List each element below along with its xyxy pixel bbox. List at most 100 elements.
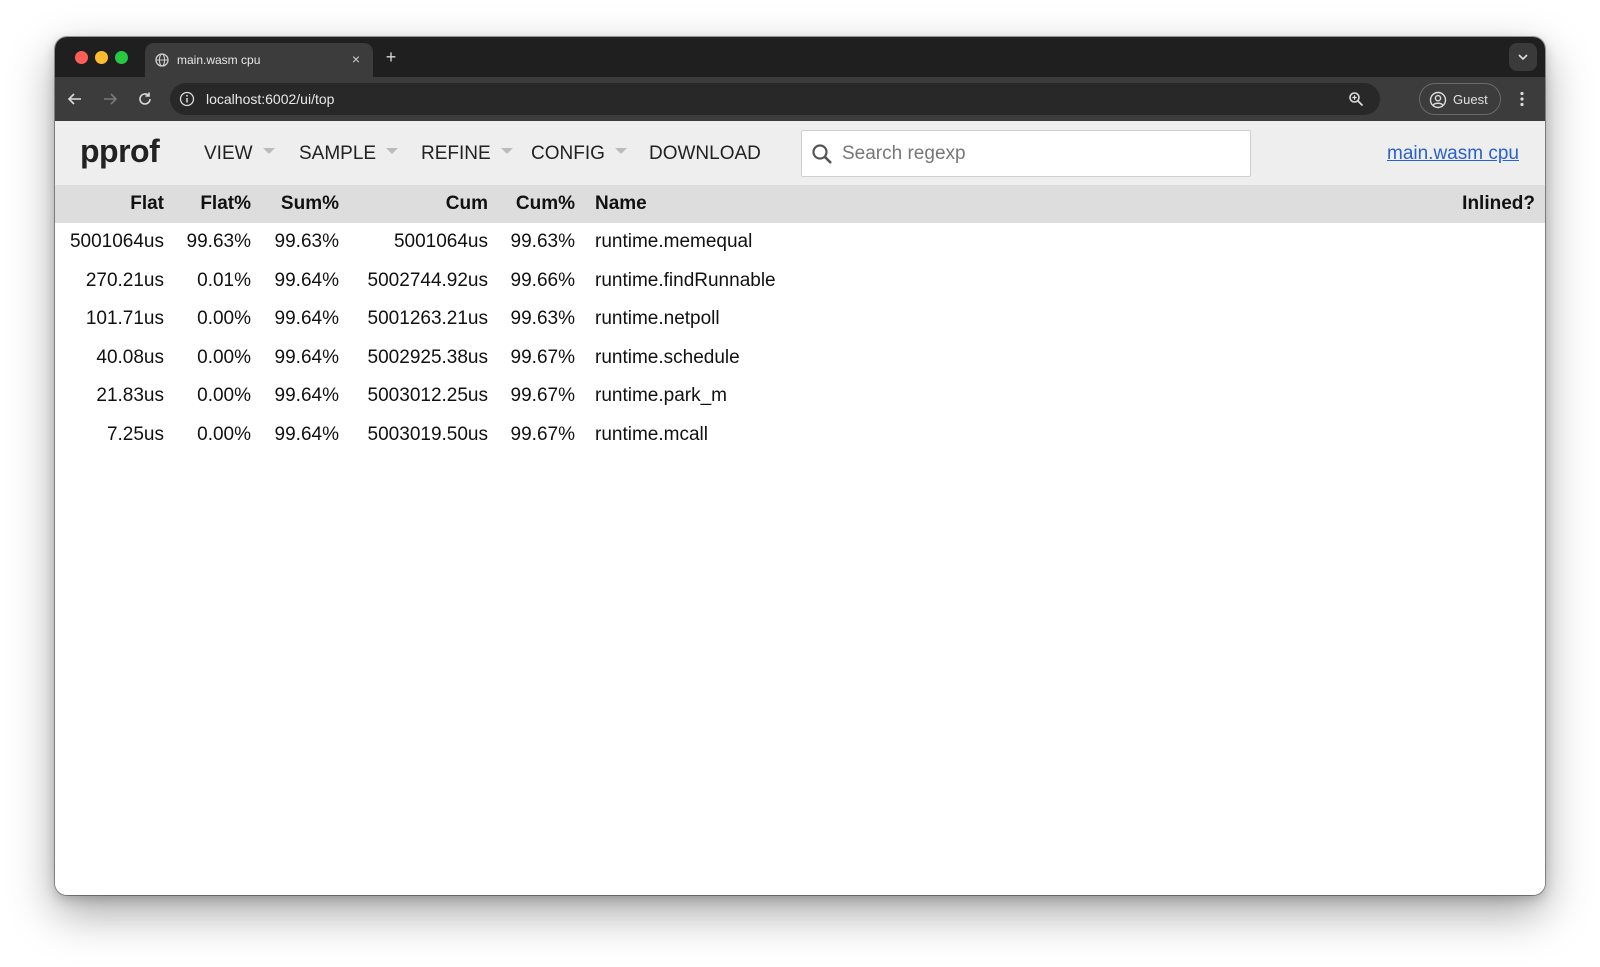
address-bar[interactable]: localhost:6002/ui/top <box>170 83 1380 115</box>
cell-flat-pct: 0.00% <box>197 423 251 445</box>
pprof-page: pprof VIEW SAMPLE REFINE CONFIG DOWNLOAD… <box>55 121 1545 895</box>
cell-sum-pct: 99.64% <box>274 346 339 368</box>
zoom-icon[interactable] <box>1348 91 1364 112</box>
column-header-name[interactable]: Name <box>585 185 1425 223</box>
cell-sum-pct: 99.64% <box>274 423 339 445</box>
cell-name: runtime.park_m <box>595 385 727 407</box>
cell-inlined <box>1425 339 1545 378</box>
table-row[interactable]: 7.25us 0.00% 99.64% 5003019.50us 99.67% … <box>55 416 1545 455</box>
cell-name: runtime.findRunnable <box>595 269 776 291</box>
back-button[interactable] <box>63 87 87 111</box>
cell-flat: 21.83us <box>96 385 164 407</box>
reload-icon <box>139 92 151 105</box>
table-row[interactable]: 5001064us 99.63% 99.63% 5001064us 99.63%… <box>55 223 1545 262</box>
cell-inlined <box>1425 223 1545 262</box>
cell-cum-pct: 99.66% <box>510 269 575 291</box>
column-header-cum-pct[interactable]: Cum% <box>498 185 585 223</box>
reload-button[interactable] <box>133 87 157 111</box>
cell-sum-pct: 99.64% <box>274 385 339 407</box>
cell-flat-pct: 0.00% <box>197 346 251 368</box>
cell-name: runtime.netpoll <box>595 308 720 330</box>
cell-cum: 5001263.21us <box>367 308 488 330</box>
column-header-cum[interactable]: Cum <box>349 185 498 223</box>
menu-download[interactable]: DOWNLOAD <box>649 143 761 165</box>
info-icon[interactable] <box>179 91 195 112</box>
tab-search-button[interactable] <box>1509 43 1537 71</box>
pprof-header: pprof VIEW SAMPLE REFINE CONFIG DOWNLOAD… <box>55 121 1545 185</box>
menu-view[interactable]: VIEW <box>204 143 275 165</box>
caret-down-icon <box>262 147 275 154</box>
menu-refine[interactable]: REFINE <box>421 143 513 165</box>
table-row[interactable]: 21.83us 0.00% 99.64% 5003012.25us 99.67%… <box>55 377 1545 416</box>
search-icon <box>811 143 833 170</box>
search-box <box>801 130 1251 177</box>
cell-flat: 40.08us <box>96 346 164 368</box>
cell-inlined <box>1425 262 1545 301</box>
tab-title: main.wasm cpu <box>177 53 261 67</box>
cell-cum: 5001064us <box>393 231 488 253</box>
column-header-flat-pct[interactable]: Flat% <box>174 185 261 223</box>
cell-inlined <box>1425 416 1545 455</box>
cell-sum-pct: 99.64% <box>274 269 339 291</box>
cell-cum-pct: 99.63% <box>510 308 575 330</box>
browser-tab[interactable]: main.wasm cpu × <box>145 43 373 77</box>
table-row[interactable]: 101.71us 0.00% 99.64% 5001263.21us 99.63… <box>55 300 1545 339</box>
address-url[interactable]: localhost:6002/ui/top <box>206 91 334 107</box>
column-header-inlined[interactable]: Inlined? <box>1425 185 1545 223</box>
tab-close-button[interactable]: × <box>347 50 365 68</box>
menu-config-label: CONFIG <box>531 143 605 164</box>
cell-flat: 7.25us <box>106 423 164 445</box>
cell-cum-pct: 99.67% <box>510 346 575 368</box>
cell-cum-pct: 99.67% <box>510 423 575 445</box>
close-window-button[interactable] <box>75 51 88 64</box>
cell-cum: 5003012.25us <box>367 385 488 407</box>
browser-toolbar: localhost:6002/ui/top Guest <box>55 77 1545 121</box>
cell-sum-pct: 99.64% <box>274 308 339 330</box>
table-row[interactable]: 270.21us 0.01% 99.64% 5002744.92us 99.66… <box>55 262 1545 301</box>
cell-flat-pct: 0.01% <box>197 269 251 291</box>
pprof-logo[interactable]: pprof <box>80 133 160 170</box>
table-header-row: Flat Flat% Sum% Cum Cum% Name Inlined? <box>55 185 1545 223</box>
menu-config[interactable]: CONFIG <box>531 143 627 165</box>
menu-sample[interactable]: SAMPLE <box>299 143 399 165</box>
cell-cum-pct: 99.63% <box>510 231 575 253</box>
user-circle-icon <box>1429 91 1447 112</box>
maximize-window-button[interactable] <box>115 51 128 64</box>
cell-inlined <box>1425 377 1545 416</box>
caret-down-icon <box>500 147 513 154</box>
profile-button[interactable]: Guest <box>1419 83 1501 115</box>
profile-name-link[interactable]: main.wasm cpu <box>1387 143 1519 165</box>
browser-menu-button[interactable] <box>1510 87 1534 111</box>
browser-window: main.wasm cpu × + localhost:6002/ui/top <box>55 37 1545 895</box>
column-header-sum-pct[interactable]: Sum% <box>261 185 349 223</box>
cell-cum-pct: 99.67% <box>510 385 575 407</box>
cell-name: runtime.memequal <box>595 231 753 253</box>
menu-sample-label: SAMPLE <box>299 143 377 164</box>
search-input[interactable] <box>842 141 1237 167</box>
cell-cum: 5002925.38us <box>367 346 488 368</box>
cell-name: runtime.schedule <box>595 346 740 368</box>
arrow-right-icon <box>104 93 118 105</box>
cell-inlined <box>1425 300 1545 339</box>
cell-flat-pct: 0.00% <box>197 308 251 330</box>
caret-down-icon <box>614 147 627 154</box>
new-tab-button[interactable]: + <box>379 45 403 69</box>
menu-refine-label: REFINE <box>421 143 491 164</box>
forward-button[interactable] <box>98 87 122 111</box>
cell-flat-pct: 0.00% <box>197 385 251 407</box>
chevron-down-icon <box>1518 54 1528 61</box>
column-header-flat[interactable]: Flat <box>55 185 174 223</box>
minimize-window-button[interactable] <box>95 51 108 64</box>
cell-flat: 101.71us <box>85 308 164 330</box>
cell-cum: 5003019.50us <box>367 423 488 445</box>
cell-name: runtime.mcall <box>595 423 708 445</box>
more-vert-icon <box>1520 91 1524 107</box>
arrow-left-icon <box>67 93 81 105</box>
caret-down-icon <box>386 147 399 154</box>
cell-flat: 5001064us <box>69 231 164 253</box>
top-table: Flat Flat% Sum% Cum Cum% Name Inlined? 5… <box>55 185 1545 454</box>
table-row[interactable]: 40.08us 0.00% 99.64% 5002925.38us 99.67%… <box>55 339 1545 378</box>
cell-flat: 270.21us <box>85 269 164 291</box>
cell-flat-pct: 99.63% <box>186 231 251 253</box>
cell-cum: 5002744.92us <box>367 269 488 291</box>
